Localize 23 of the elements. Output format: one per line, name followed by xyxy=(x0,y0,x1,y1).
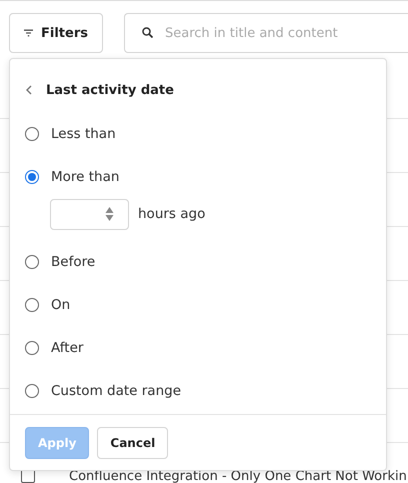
filter-icon xyxy=(24,28,34,38)
radio-icon[interactable] xyxy=(25,170,39,184)
radio-option[interactable]: More than xyxy=(25,155,386,198)
row-title: Confluence Integration - Only One Chart Not Workin xyxy=(69,468,407,483)
cancel-button[interactable]: Cancel xyxy=(97,427,168,459)
radio-icon[interactable] xyxy=(25,340,39,354)
popup-title: Last activity date xyxy=(46,82,174,98)
spinner-icon[interactable] xyxy=(105,206,114,222)
radio-option[interactable]: Before xyxy=(25,240,386,283)
radio-icon[interactable] xyxy=(25,254,39,268)
radio-option[interactable]: Less than xyxy=(25,112,386,155)
filters-button[interactable]: Filters xyxy=(9,13,103,53)
unit-label: hours ago xyxy=(138,206,206,222)
back-icon[interactable] xyxy=(26,85,32,95)
search-field[interactable]: Search in title and content xyxy=(124,13,408,53)
search-icon xyxy=(142,27,153,38)
number-field[interactable] xyxy=(50,198,129,230)
radio-option[interactable]: After xyxy=(25,326,386,369)
radio-option[interactable]: Custom date range xyxy=(25,369,386,412)
radio-option[interactable]: On xyxy=(25,283,386,326)
radio-icon[interactable] xyxy=(25,298,39,312)
radio-icon[interactable] xyxy=(25,384,39,398)
radio-icon[interactable] xyxy=(25,126,39,140)
